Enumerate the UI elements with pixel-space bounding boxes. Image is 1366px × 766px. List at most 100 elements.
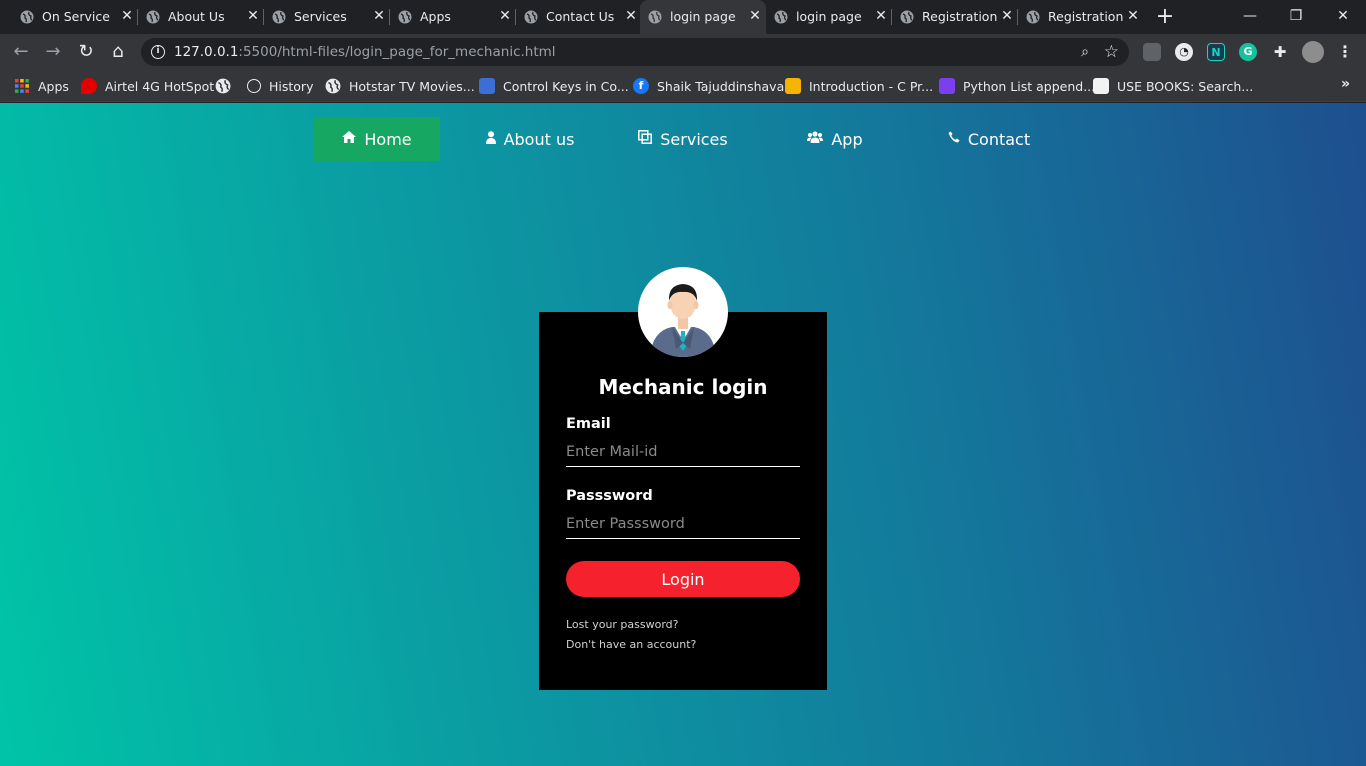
tab-title: Apps [420,10,451,24]
nav-about-us[interactable]: About us [466,117,594,161]
globe-icon [524,10,538,24]
speed-extension-icon[interactable]: ◔ [1175,43,1193,61]
tab-on-service[interactable]: On Service ✕ [12,0,138,34]
restore-icon[interactable]: ❐ [1286,6,1306,26]
password-field[interactable] [566,509,800,539]
site-icon [1093,78,1109,94]
signup-link[interactable]: Don't have an account? [566,638,696,651]
bookmark-label: Hotstar TV Movies... [349,78,475,94]
users-icon [807,131,824,147]
n-extension-icon[interactable]: N [1207,43,1225,61]
apps-grid-icon [15,79,29,93]
bookmark-star-icon[interactable]: ☆ [1104,42,1119,62]
home-button-icon[interactable]: ⌂ [108,42,128,62]
nav-home[interactable]: Home [314,117,440,161]
email-label: Email [566,416,611,432]
bookmark-airtel[interactable]: Airtel 4G HotSpot [81,76,214,96]
profile-avatar[interactable] [1302,41,1324,63]
bookmarks-bar: Apps Airtel 4G HotSpot History Hotstar T… [0,70,1366,102]
tab-login-page[interactable]: login page ✕ [766,0,892,34]
tab-contact-us[interactable]: Contact Us ✕ [516,0,642,34]
tab-close-icon[interactable]: ✕ [874,9,888,23]
mechanic-avatar-icon [650,284,716,357]
tab-close-icon[interactable]: ✕ [1000,9,1014,23]
tab-title: login page [796,10,862,24]
tab-about-us[interactable]: About Us ✕ [138,0,264,34]
history-icon [247,79,261,93]
tab-close-icon[interactable]: ✕ [498,9,512,23]
airtel-icon [81,78,97,94]
page-viewport: Home About us Services App Contact Mecha… [0,103,1366,766]
tab-strip: On Service ✕ About Us ✕ Services ✕ Apps … [0,0,1366,34]
tab-registration[interactable]: Registration ✕ [892,0,1018,34]
bookmark-globe[interactable] [215,76,239,96]
nav-label: App [831,129,863,149]
tab-close-icon[interactable]: ✕ [624,9,638,23]
url-path: :5500/html-files/login_page_for_mechanic… [238,44,556,60]
bookmark-apps[interactable]: Apps [14,76,69,96]
nav-label: Contact [967,129,1031,149]
nav-label: Home [364,129,412,149]
puzzle-extensions-icon[interactable]: ✚ [1271,43,1289,61]
nav-contact[interactable]: Contact [926,117,1052,161]
site-icon [479,78,495,94]
globe-icon [20,10,34,24]
tab-title: Registration [922,10,998,24]
bookmarks-overflow-icon[interactable]: » [1341,76,1350,92]
globe-icon [398,10,412,24]
globe-icon [1026,10,1040,24]
password-label: Passsword [566,488,653,504]
login-button[interactable]: Login [566,561,800,597]
tab-title: About Us [168,10,225,24]
lost-password-link[interactable]: Lost your password? [566,618,679,631]
tab-apps[interactable]: Apps ✕ [390,0,516,34]
tab-close-icon[interactable]: ✕ [748,9,762,23]
reload-icon[interactable]: ↻ [76,42,96,62]
globe-icon [215,78,231,94]
nav-label: About us [503,129,575,149]
site-info-icon[interactable]: i [151,45,165,59]
new-tab-icon[interactable]: + [1155,6,1175,28]
login-card: Mechanic login Email Passsword Login Los… [539,312,827,690]
email-field[interactable] [566,437,800,467]
url-host: 127.0.0.1 [174,44,239,60]
menu-kebab-icon[interactable]: ⋮ [1336,43,1354,61]
bookmark-hotstar[interactable]: Hotstar TV Movies... [325,76,475,96]
facebook-icon: f [633,78,649,94]
bookmark-use-books[interactable]: USE BOOKS: Search... [1093,76,1253,96]
nav-services[interactable]: Services [620,117,746,161]
url-text[interactable]: 127.0.0.1:5500/html-files/login_page_for… [174,44,556,60]
forward-icon[interactable]: → [43,42,63,62]
globe-icon [146,10,160,24]
bookmark-control-keys[interactable]: Control Keys in Co... [479,76,629,96]
grammarly-icon[interactable]: G [1239,43,1257,61]
tab-close-icon[interactable]: ✕ [246,9,260,23]
tab-close-icon[interactable]: ✕ [120,9,134,23]
address-bar[interactable]: i 127.0.0.1:5500/html-files/login_page_f… [141,38,1129,66]
minimize-icon[interactable]: — [1240,6,1260,26]
globe-icon [325,78,341,94]
bookmark-history[interactable]: History [247,76,313,96]
back-icon[interactable]: ← [11,42,31,62]
bookmark-label: USE BOOKS: Search... [1117,78,1254,94]
login-title: Mechanic login [598,375,768,399]
bookmark-label: Airtel 4G HotSpot [105,78,215,94]
tab-login-page-active[interactable]: login page ✕ [640,0,766,34]
globe-icon [774,10,788,24]
tab-close-icon[interactable]: ✕ [1126,9,1140,23]
bookmark-c-programming[interactable]: Introduction - C Pr... [785,76,933,96]
bookmark-facebook[interactable]: f Shaik Tajuddinshavali [633,76,791,96]
window-close-icon[interactable]: ✕ [1333,6,1353,26]
clone-icon [638,130,653,148]
extension-icon[interactable] [1143,43,1161,61]
tab-title: login page [670,10,736,24]
nav-app[interactable]: App [772,117,898,161]
tab-services[interactable]: Services ✕ [264,0,390,34]
bookmark-python-list[interactable]: Python List append... [939,76,1095,96]
bookmark-label: History [269,78,314,94]
globe-icon [648,10,662,24]
phone-icon [948,131,960,147]
zoom-icon[interactable]: ⌕ [1081,44,1089,60]
tab-registration-2[interactable]: Registration ✕ [1018,0,1144,34]
tab-close-icon[interactable]: ✕ [372,9,386,23]
